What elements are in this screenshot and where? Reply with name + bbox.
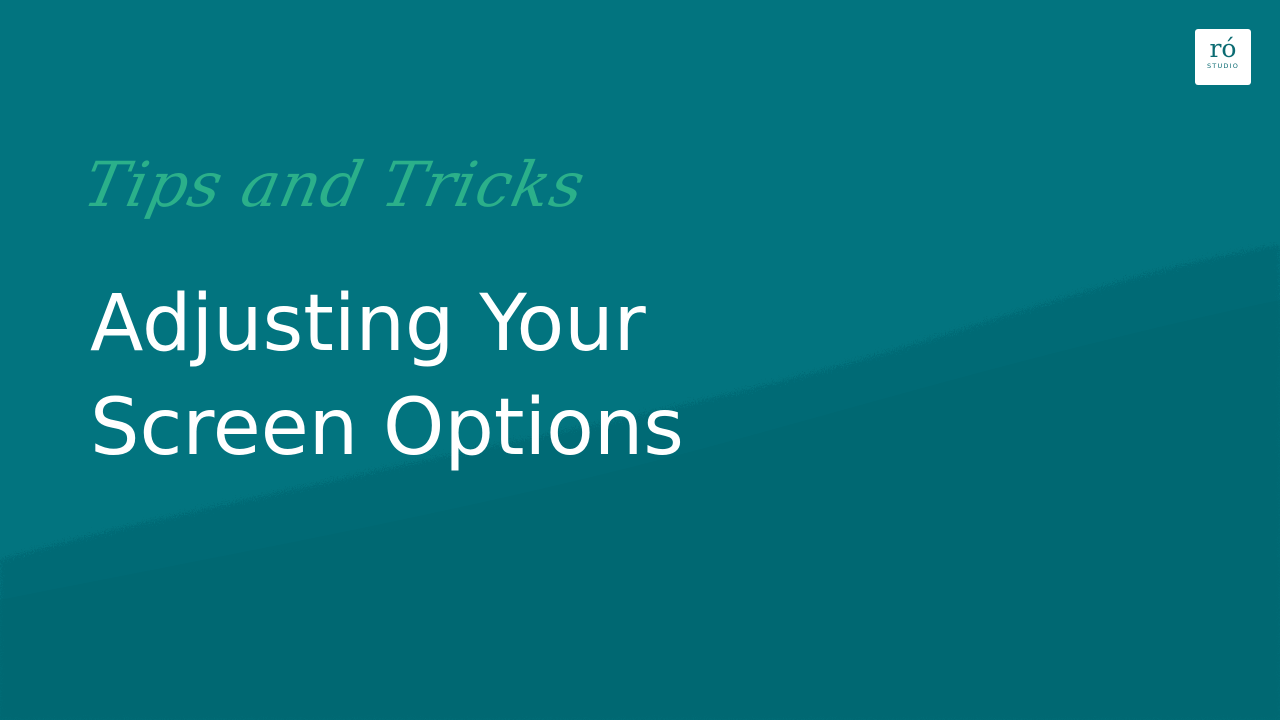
- script-heading: Tips and Tricks: [77, 148, 592, 221]
- title-line-2: Screen Options: [90, 383, 684, 473]
- logo-subtitle: STUDIO: [1206, 62, 1240, 70]
- studio-logo: ró STUDIO: [1195, 29, 1251, 85]
- title-line-1: Adjusting Your: [90, 279, 646, 369]
- logo-mark: ró: [1209, 34, 1237, 63]
- slide-title: Adjusting Your Screen Options: [90, 272, 684, 480]
